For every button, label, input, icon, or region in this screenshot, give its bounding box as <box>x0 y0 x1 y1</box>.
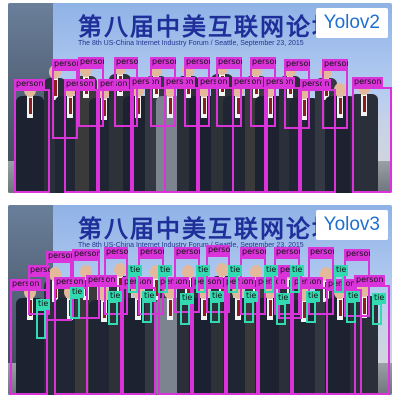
tie-detection-box <box>244 301 254 323</box>
person-detection-label: person <box>250 57 276 68</box>
tie-detection-box <box>128 275 138 293</box>
comparison-figure: 第八届中美互联网论坛 The 8th US-China Internet Ind… <box>0 0 400 400</box>
tie-detection-label: tie <box>264 265 279 276</box>
tie-detection-box <box>334 275 344 293</box>
person-detection-label: person <box>216 57 242 68</box>
person-detection-label: person <box>184 57 210 68</box>
tie-detection-label: tie <box>196 265 211 276</box>
person-detection-label: person <box>240 247 266 258</box>
tie-detection-box <box>276 303 286 325</box>
person-detection-label: person <box>52 59 78 70</box>
tie-detection-box <box>180 303 190 325</box>
tie-detection-label: tie <box>228 265 243 276</box>
tie-detection-box <box>290 275 300 293</box>
person-detection-label: person <box>46 251 72 262</box>
yolov2-panel: 第八届中美互联网论坛 The 8th US-China Internet Ind… <box>8 3 392 193</box>
tie-detection-label: tie <box>306 291 321 302</box>
tie-detection-label: tie <box>158 265 173 276</box>
tie-detection-label: tie <box>290 265 305 276</box>
tie-detection-box <box>306 301 316 323</box>
person-detection-label: person <box>206 245 230 256</box>
tie-detection-box <box>108 301 118 325</box>
tie-detection-box <box>36 309 46 339</box>
tie-detection-box <box>70 297 80 319</box>
tie-detection-box <box>196 275 206 293</box>
tie-detection-box <box>210 301 220 323</box>
tie-detection-label: tie <box>276 293 291 304</box>
tie-detection-box <box>142 301 152 323</box>
person-detection-label: person <box>322 59 348 70</box>
person-detection-box <box>14 89 50 193</box>
person-detection-label: person <box>104 247 128 258</box>
person-detection-label: person <box>72 249 100 260</box>
person-detection-label: person <box>354 275 386 286</box>
person-detection-label: person <box>344 249 370 260</box>
tie-detection-label: tie <box>108 291 123 302</box>
tie-detection-box <box>158 275 168 293</box>
model-label: Yolov3 <box>315 210 388 240</box>
tie-detection-label: tie <box>334 265 349 276</box>
yolov3-panel: 第八届中美互联网论坛 The 8th US-China Internet Ind… <box>8 205 392 395</box>
person-detection-label: person <box>308 247 334 258</box>
tie-detection-label: tie <box>346 291 361 302</box>
person-detection-label: person <box>28 265 50 276</box>
tie-detection-label: tie <box>70 287 85 298</box>
person-detection-label: person <box>150 57 176 68</box>
tie-detection-label: tie <box>36 299 51 310</box>
tie-detection-label: tie <box>180 293 195 304</box>
person-detection-box <box>352 87 392 193</box>
tie-detection-box <box>346 301 356 323</box>
person-detection-label: person <box>352 77 384 88</box>
model-label: Yolov2 <box>315 8 388 38</box>
tie-detection-label: tie <box>210 291 225 302</box>
person-detection-label: person <box>174 247 200 258</box>
tie-detection-box <box>264 275 274 293</box>
person-detection-label: person <box>14 79 46 90</box>
tie-detection-box <box>228 275 238 293</box>
tie-detection-label: tie <box>372 293 387 304</box>
tie-detection-label: tie <box>142 291 157 302</box>
tie-detection-label: tie <box>128 265 143 276</box>
person-detection-label: person <box>138 247 164 258</box>
tie-detection-label: tie <box>244 291 259 302</box>
person-detection-label: person <box>114 57 138 68</box>
person-detection-label: person <box>78 57 104 68</box>
person-detection-label: person <box>284 59 310 70</box>
tie-detection-box <box>372 303 382 325</box>
person-detection-label: person <box>274 247 300 258</box>
person-detection-box <box>322 69 348 129</box>
